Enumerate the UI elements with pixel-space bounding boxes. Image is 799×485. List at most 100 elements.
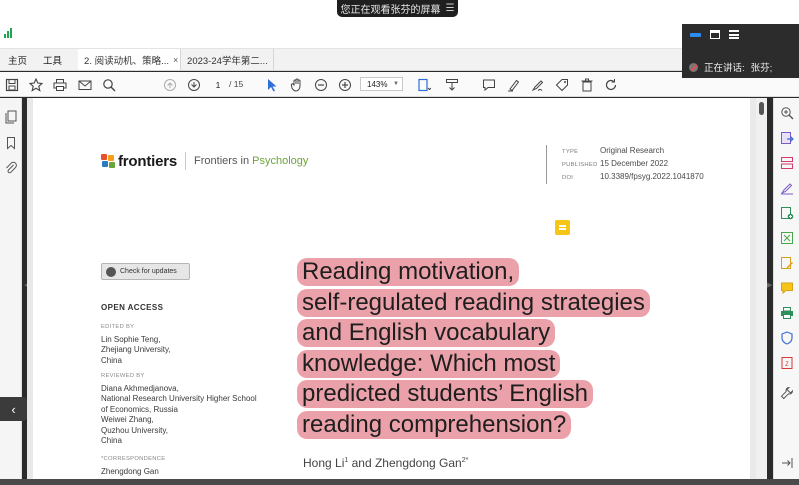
meta-key: DOI [562,175,574,181]
reviewer-line: Diana Akhmedjanova, [101,383,179,393]
page-total: / 15 [229,79,244,89]
print-icon[interactable] [52,77,67,92]
title-line: and English vocabulary [297,319,556,347]
window-icon[interactable] [710,30,720,39]
speaking-panel: 正在讲话: 张芬; [682,24,799,78]
pages-icon[interactable] [4,110,18,124]
speaking-label: 正在讲话: [704,63,745,74]
document-tab-title: 2023-24学年第二... [187,55,268,67]
speaker-name: 张芬; [750,63,773,74]
protect-shield-icon[interactable] [780,331,794,345]
toolbar: / 15 143% ▼ [0,72,799,97]
organize-pages-icon[interactable] [780,156,794,170]
edited-by-block: EDITED BY Lin Sophie Teng, Zhejiang Univ… [101,322,171,366]
email-icon[interactable] [77,77,92,92]
search-icon[interactable] [101,77,116,92]
editor-line: Zhejiang University, [101,345,171,354]
sticky-note-icon[interactable] [555,220,570,235]
author-name: Hong Li [303,456,345,470]
zoom-level: 143% [367,79,388,89]
print-production-icon[interactable] [780,306,794,320]
page-up-icon[interactable] [162,77,177,92]
excel-export-icon[interactable] [780,231,794,245]
compress-pdf-icon[interactable]: Z [780,356,794,370]
meta-value: Original Research [600,146,665,155]
zoom-search-icon[interactable] [780,106,794,120]
meta-key: TYPE [562,149,579,155]
journal-subject: Psychology [252,155,309,167]
document-tab-title: 2. 阅读动机、策略... [84,55,170,67]
menu-icon[interactable]: ☰ [446,3,455,14]
fill-sign-icon[interactable] [780,181,794,195]
logo-wordmark: frontiers [118,152,178,170]
vertical-scrollbar[interactable] [756,98,767,479]
tab-home[interactable]: 主页 [0,49,35,70]
muted-mic-icon [689,62,698,72]
comment-icon[interactable] [481,77,496,92]
rotate-icon[interactable] [603,77,618,92]
title-line: Reading motivation, [297,258,520,286]
meta-key: PUBLISHED [562,162,598,168]
check-for-updates-button[interactable]: Check for updates [101,263,190,280]
document-viewport[interactable]: frontiers Frontiers in Psychology TYPE Or… [27,98,756,479]
zoom-in-icon[interactable] [337,77,352,92]
author-affiliation: 2* [461,457,469,464]
pdf-page: frontiers Frontiers in Psychology TYPE Or… [33,98,750,479]
reviewed-by-label: REVIEWED BY [101,373,145,379]
document-tab-2[interactable]: 2023-24学年第二... [181,49,275,70]
author-name: and Zhengdong Gan [348,456,462,470]
scroll-mode-icon[interactable] [444,77,459,92]
right-tool-rail: Z [773,98,799,479]
tab-tools[interactable]: 工具 [35,49,78,70]
export-pdf-icon[interactable] [780,131,794,145]
stamp-tag-icon[interactable] [554,77,569,92]
frontiers-logo: frontiers Frontiers in Psychology [101,152,308,170]
reviewer-line: China [101,436,122,445]
fit-page-icon[interactable] [414,77,434,92]
page-down-icon[interactable] [186,77,201,92]
check-updates-label: Check for updates [120,268,177,275]
open-access-label: OPEN ACCESS [101,303,164,312]
sign-pen-icon[interactable] [530,77,545,92]
save-icon[interactable] [4,77,19,92]
bookmark-star-icon[interactable] [28,77,43,92]
comment-tool-icon[interactable] [780,281,794,295]
article-meta: TYPE Original Research PUBLISHED 15 Decemb… [546,145,704,184]
bookmark-icon[interactable] [4,136,18,150]
title-line: knowledge: Which most [297,349,561,378]
frontiers-logo-icon [101,154,115,168]
expand-panel-icon[interactable] [780,456,794,470]
close-icon[interactable]: × [169,55,178,65]
screen-share-banner[interactable]: 您正在观看张芬的屏幕 ☰ [337,0,458,17]
scrollbar-thumb[interactable] [759,102,764,115]
article-title: Reading motivation, self-regulated readi… [297,258,717,441]
document-tab-1[interactable]: 2. 阅读动机、策略... × [78,49,182,70]
select-cursor-icon[interactable] [264,77,279,92]
zoom-level-select[interactable]: 143% ▼ [360,77,403,91]
title-line: reading comprehension? [297,410,572,439]
create-pdf-icon[interactable] [780,206,794,220]
highlight-pen-icon[interactable] [506,77,521,92]
tools-wrench-icon[interactable] [780,386,794,400]
edited-by-label: EDITED BY [101,324,135,330]
check-updates-icon [106,266,116,277]
chevron-down-icon: ▼ [393,81,399,87]
authors: Hong Li1 and Zhengdong Gan2* [303,456,468,470]
list-icon[interactable] [729,30,739,39]
back-chevron-button[interactable]: ‹ [0,397,27,421]
page-number-input[interactable] [210,78,226,91]
reviewer-line: Weiwei Zhang, [101,415,154,424]
editor-line: China [101,355,122,365]
zoom-out-icon[interactable] [313,77,328,92]
minimize-icon[interactable] [690,32,701,37]
meta-value[interactable]: 10.3389/fpsyg.2022.1041870 [600,172,704,181]
hand-tool-icon[interactable] [289,77,304,92]
logo-separator [185,152,187,170]
bottom-strip [0,479,799,485]
attachment-icon[interactable] [4,161,18,175]
delete-icon[interactable] [579,77,594,92]
reviewer-line: Quzhou University, [101,425,168,435]
title-line: predicted students’ English [297,380,593,408]
edit-pdf-icon[interactable] [780,256,794,270]
collapse-right-icon[interactable]: ▶ [767,281,772,289]
